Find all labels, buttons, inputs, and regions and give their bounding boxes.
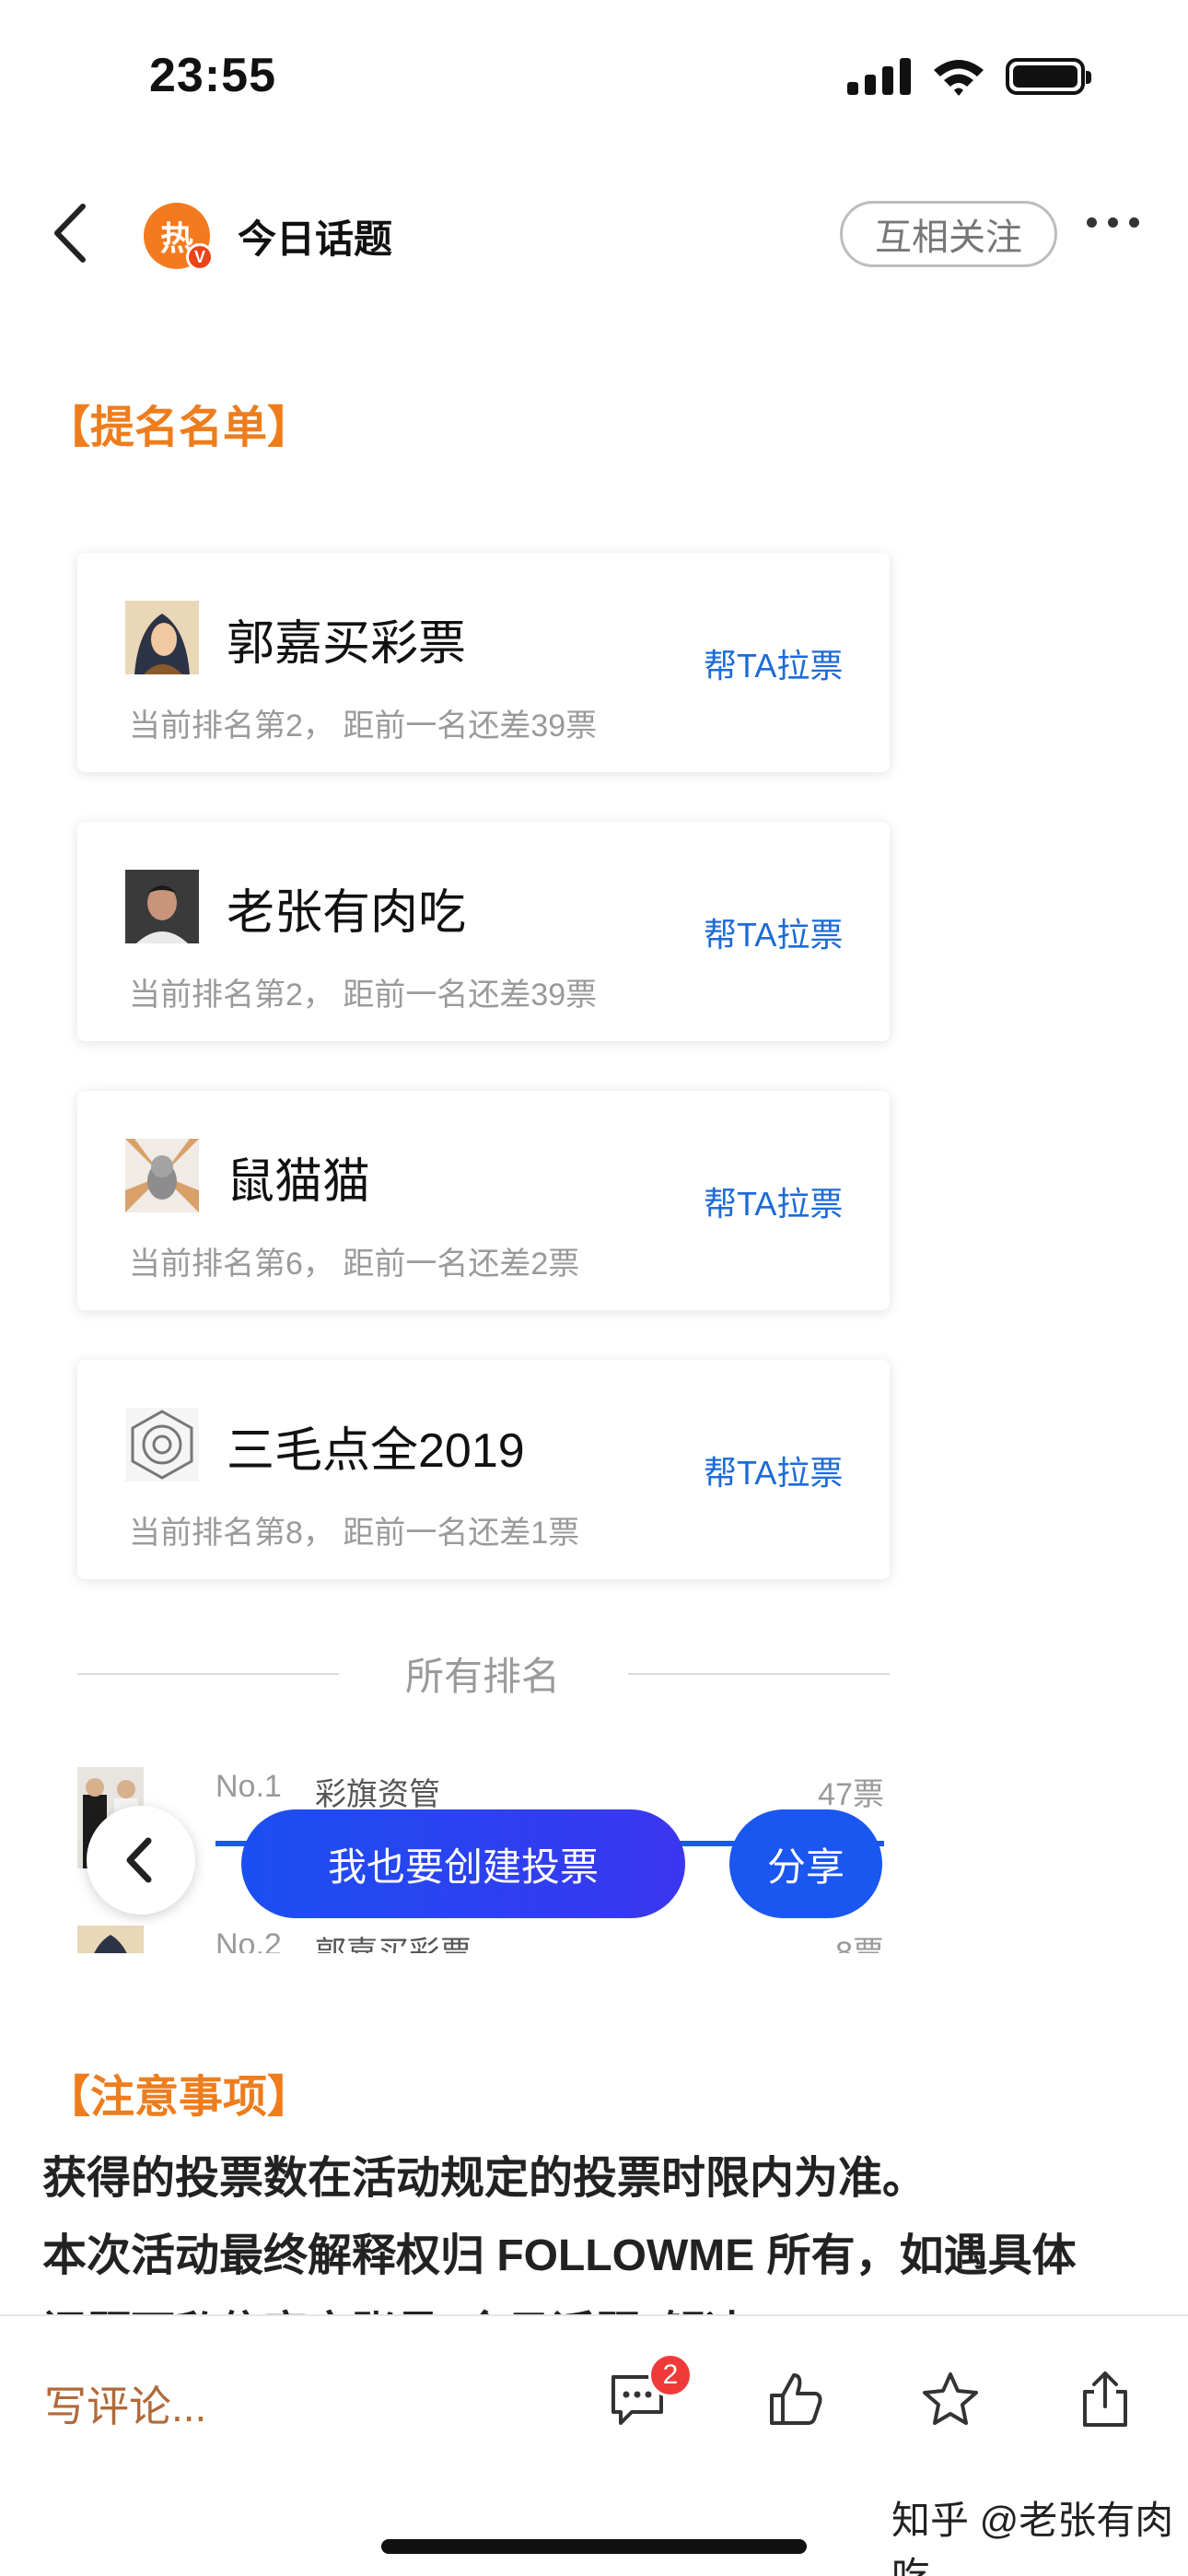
verified-badge: V (186, 243, 214, 271)
more-icon[interactable] (1087, 217, 1139, 228)
vote-link[interactable]: 帮TA拉票 (704, 908, 843, 956)
divider-left (77, 1673, 339, 1675)
nomination-card: 老张有肉吃 当前排名第2， 距前一名还差39票 帮TA拉票 (77, 822, 890, 1041)
nominee-rank: 当前排名第8， 距前一名还差1票 (129, 1516, 580, 1551)
nomination-card: 郭嘉买彩票 当前排名第2， 距前一名还差39票 帮TA拉票 (77, 553, 890, 772)
nominee-rank: 当前排名第6， 距前一名还差2票 (129, 1247, 580, 1282)
chevron-left-icon (126, 1837, 152, 1883)
status-icons (847, 57, 1091, 96)
nominee-rank: 当前排名第2， 距前一名还差39票 (129, 708, 598, 744)
vote-link[interactable]: 帮TA拉票 (704, 639, 843, 687)
nominations-title: 【提名名单】 (46, 404, 312, 452)
battery-icon (1006, 58, 1091, 95)
nominee-name: 鼠猫猫 (227, 1155, 371, 1209)
signal-icon (847, 58, 911, 95)
all-rankings-label: 所有排名 (405, 1655, 561, 1698)
rank-votes: 8票 (835, 1936, 884, 1953)
rank-number: No.2 (215, 1927, 282, 1953)
notes-line: 本次活动最终解释权归 FOLLOWME 所有，如遇具体 (42, 2231, 1077, 2280)
nomination-card: 鼠猫猫 当前排名第6， 距前一名还差2票 帮TA拉票 (77, 1091, 890, 1310)
collapse-button[interactable] (87, 1806, 195, 1914)
status-time: 23:55 (149, 49, 276, 102)
rank-votes: 47票 (818, 1777, 884, 1812)
create-vote-button[interactable]: 我也要创建投票 (241, 1809, 685, 1918)
watermark: 知乎 @老张有肉吃 (891, 2499, 1174, 2576)
avatar (125, 870, 199, 943)
rank-number: No.1 (215, 1769, 282, 1804)
like-icon[interactable] (766, 2370, 825, 2429)
rank-thumbnail (77, 1926, 144, 1953)
nominee-name: 三毛点全2019 (227, 1424, 525, 1478)
nominee-name: 老张有肉吃 (227, 886, 467, 940)
avatar (125, 1139, 199, 1212)
home-indicator (381, 2539, 807, 2554)
nominee-rank: 当前排名第2， 距前一名还差39票 (129, 978, 598, 1013)
rank-name: 彩旗资管 (315, 1777, 440, 1812)
app-logo: 热 V (144, 203, 214, 271)
rank-name: 郭嘉买彩票 (315, 1936, 472, 1953)
comment-count-badge: 2 (648, 2353, 693, 2397)
avatar (125, 1408, 199, 1481)
page-title: 今日话题 (238, 217, 393, 261)
nominee-name: 郭嘉买彩票 (227, 617, 467, 671)
wifi-icon (934, 60, 984, 96)
vote-link[interactable]: 帮TA拉票 (704, 1446, 843, 1494)
comment-input[interactable]: 写评论... (44, 2373, 206, 2434)
nomination-card: 三毛点全2019 当前排名第8， 距前一名还差1票 帮TA拉票 (77, 1360, 890, 1579)
share-icon[interactable] (1076, 2370, 1135, 2429)
notes-line: 获得的投票数在活动规定的投票时限内为准。 (42, 2154, 927, 2203)
follow-button[interactable]: 互相关注 (840, 201, 1057, 267)
vote-link[interactable]: 帮TA拉票 (704, 1177, 843, 1225)
avatar (125, 601, 199, 674)
chevron-left-icon (54, 204, 86, 263)
notes-title: 【注意事项】 (46, 2073, 312, 2122)
share-button[interactable]: 分享 (729, 1809, 882, 1918)
divider-right (628, 1673, 890, 1675)
star-icon[interactable] (921, 2370, 980, 2429)
back-button[interactable] (46, 201, 101, 265)
